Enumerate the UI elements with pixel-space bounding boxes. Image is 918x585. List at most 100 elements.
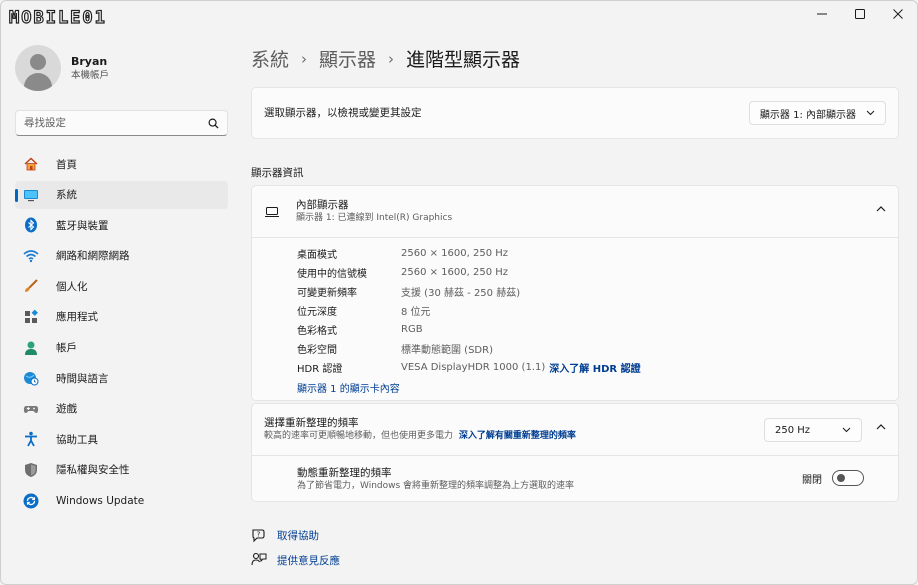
display-info-header[interactable]: 內部顯示器 顯示器 1: 已連線到 Intel(R) Graphics: [252, 186, 898, 238]
nav-item-apps[interactable]: 應用程式: [15, 303, 228, 331]
chevron-down-icon: [842, 427, 851, 433]
display-adapter-properties-link[interactable]: 顯示器 1 的顯示卡內容: [297, 378, 898, 396]
avatar: [15, 45, 61, 91]
nav-label: 帳戶: [56, 342, 77, 355]
search-input[interactable]: [24, 117, 208, 129]
profile-name: Bryan: [71, 54, 108, 68]
accessibility-icon: [23, 431, 39, 447]
bluetooth-icon: [23, 217, 39, 233]
nav-item-home[interactable]: 首頁: [15, 150, 228, 178]
dynamic-refresh-title: 動態重新整理的頻率: [297, 466, 392, 479]
toggle-state-label: 關閉: [802, 474, 822, 486]
refresh-rate-learn-more-link[interactable]: 深入了解有關重新整理的頻率: [459, 431, 576, 441]
laptop-icon: [265, 206, 279, 217]
dynamic-refresh-desc: 為了節省電力，Windows 會將重新整理的頻率調整為上方選取的速率: [297, 480, 575, 491]
profile-account-type: 本機帳戶: [71, 69, 110, 81]
dynamic-refresh-row: 動態重新整理的頻率 為了節省電力，Windows 會將重新整理的頻率調整為上方選…: [252, 456, 898, 502]
logo-text: MOBILE01: [8, 7, 107, 28]
hdr-learn-more-link[interactable]: 深入了解 HDR 認證: [549, 360, 640, 375]
nav-label: 首頁: [56, 158, 77, 171]
chevron-right-icon: ›: [388, 49, 395, 68]
nav-label: 藍牙與裝置: [56, 219, 109, 232]
select-display-label: 選取顯示器，以檢視或變更其設定: [264, 107, 422, 119]
get-help-link[interactable]: ? 取得協助: [251, 527, 319, 543]
nav-item-network[interactable]: 網路和網際網路: [15, 242, 228, 270]
chevron-up-icon[interactable]: [876, 205, 886, 212]
info-value: 標準動態範圍 (SDR): [401, 345, 493, 356]
info-value: 2560 × 1600, 250 Hz: [401, 267, 509, 278]
nav-label: 應用程式: [56, 311, 98, 324]
search-box[interactable]: [15, 110, 228, 136]
window-controls: [803, 1, 917, 27]
maximize-button[interactable]: [841, 1, 879, 27]
nav-item-accounts[interactable]: 帳戶: [15, 334, 228, 362]
sidebar: Bryan 本機帳戶 首頁 系統: [1, 29, 241, 584]
nav-item-bluetooth[interactable]: 藍牙與裝置: [15, 211, 228, 239]
nav-item-windows-update[interactable]: Windows Update: [15, 487, 228, 515]
nav-item-system[interactable]: 系統: [15, 180, 228, 209]
shield-icon: [23, 462, 39, 478]
breadcrumb-item-display[interactable]: 顯示器: [319, 45, 376, 72]
info-key: 色彩格式: [297, 326, 337, 337]
nav-label: 個人化: [56, 280, 88, 293]
info-value: VESA DisplayHDR 1000 (1.1): [401, 362, 546, 373]
get-help-label: 取得協助: [277, 529, 319, 542]
refresh-rate-card: 選擇重新整理的頻率 較高的速率可更順暢地移動，但也使用更多電力 深入了解有關重新…: [251, 403, 899, 502]
nav-item-personalization[interactable]: 個人化: [15, 272, 228, 300]
breadcrumb: 系統 › 顯示器 › 進階型顯示器: [251, 45, 520, 72]
settings-window: MOBILE01 Bryan 本機帳戶 尋找設定 首頁 系統 藍牙與裝置 網路和…: [0, 0, 918, 585]
apps-icon: [23, 309, 39, 325]
info-key: HDR 認證: [297, 364, 343, 375]
display-dropdown[interactable]: 顯示器 1: 內部顯示器: [748, 101, 886, 125]
display-info-card: 內部顯示器 顯示器 1: 已連線到 Intel(R) Graphics 桌面模式…: [251, 185, 899, 401]
section-title: 顯示器資訊: [251, 167, 304, 179]
dynamic-refresh-toggle[interactable]: [832, 470, 864, 486]
svg-text:?: ?: [257, 531, 261, 539]
nav-item-time-language[interactable]: 時間與語言: [15, 364, 228, 392]
info-value: RGB: [401, 324, 423, 335]
brush-icon: [23, 278, 39, 294]
info-key: 位元深度: [297, 307, 337, 318]
refresh-rate-desc: 較高的速率可更順暢地移動，但也使用更多電力 深入了解有關重新整理的頻率: [264, 430, 576, 443]
title-bar: MOBILE01: [1, 1, 917, 29]
info-row-hdr: HDR 認證 VESA DisplayHDR 1000 (1.1) 深入了解 H…: [297, 358, 898, 377]
give-feedback-label: 提供意見反應: [277, 554, 340, 567]
dynamic-refresh-toggle-wrap: 關閉: [802, 470, 864, 486]
close-icon: [893, 9, 903, 19]
minimize-button[interactable]: [803, 1, 841, 27]
feedback-icon: [251, 552, 267, 568]
globe-clock-icon: [23, 370, 39, 386]
breadcrumb-item-system[interactable]: 系統: [251, 45, 289, 72]
help-icon: ?: [251, 527, 267, 543]
info-row: 桌面模式 2560 × 1600, 250 Hz: [297, 244, 898, 263]
nav-item-accessibility[interactable]: 協助工具: [15, 425, 228, 453]
info-value: 2560 × 1600, 250 Hz: [401, 248, 509, 259]
nav-list: 首頁 系統 藍牙與裝置 網路和網際網路 個人化 應用程式 帳戶 時間與語言 遊戲…: [15, 150, 228, 517]
nav-label: 協助工具: [56, 433, 98, 446]
close-button[interactable]: [879, 1, 917, 27]
user-profile[interactable]: Bryan 本機帳戶: [15, 45, 109, 91]
wifi-icon: [23, 248, 39, 264]
nav-item-privacy[interactable]: 隱私權與安全性: [15, 456, 228, 484]
gamepad-icon: [23, 401, 39, 417]
give-feedback-link[interactable]: 提供意見反應: [251, 552, 340, 568]
nav-item-gaming[interactable]: 遊戲: [15, 395, 228, 423]
chevron-down-icon: [866, 110, 875, 116]
info-row: 位元深度 8 位元: [297, 301, 898, 320]
chevron-right-icon: ›: [301, 49, 308, 68]
display-info-rows: 桌面模式 2560 × 1600, 250 Hz 使用中的信號模 2560 × 16…: [252, 238, 898, 396]
info-key: 色彩空間: [297, 345, 337, 356]
chevron-up-icon[interactable]: [876, 423, 886, 430]
display-connection: 顯示器 1: 已連線到 Intel(R) Graphics: [296, 213, 453, 223]
refresh-rate-header: 選擇重新整理的頻率 較高的速率可更順暢地移動，但也使用更多電力 深入了解有關重新…: [252, 404, 898, 456]
nav-label: 網路和網際網路: [56, 250, 130, 263]
home-icon: [23, 156, 39, 172]
info-row: 使用中的信號模 2560 × 1600, 250 Hz: [297, 263, 898, 282]
display-name: 內部顯示器: [296, 199, 349, 211]
nav-label: 時間與語言: [56, 372, 109, 385]
nav-label: 遊戲: [56, 403, 77, 416]
nav-label: 系統: [56, 189, 77, 202]
nav-label: 隱私權與安全性: [56, 464, 130, 477]
info-key: 可變更新頻率: [297, 288, 357, 299]
refresh-rate-dropdown[interactable]: 250 Hz: [764, 418, 862, 442]
